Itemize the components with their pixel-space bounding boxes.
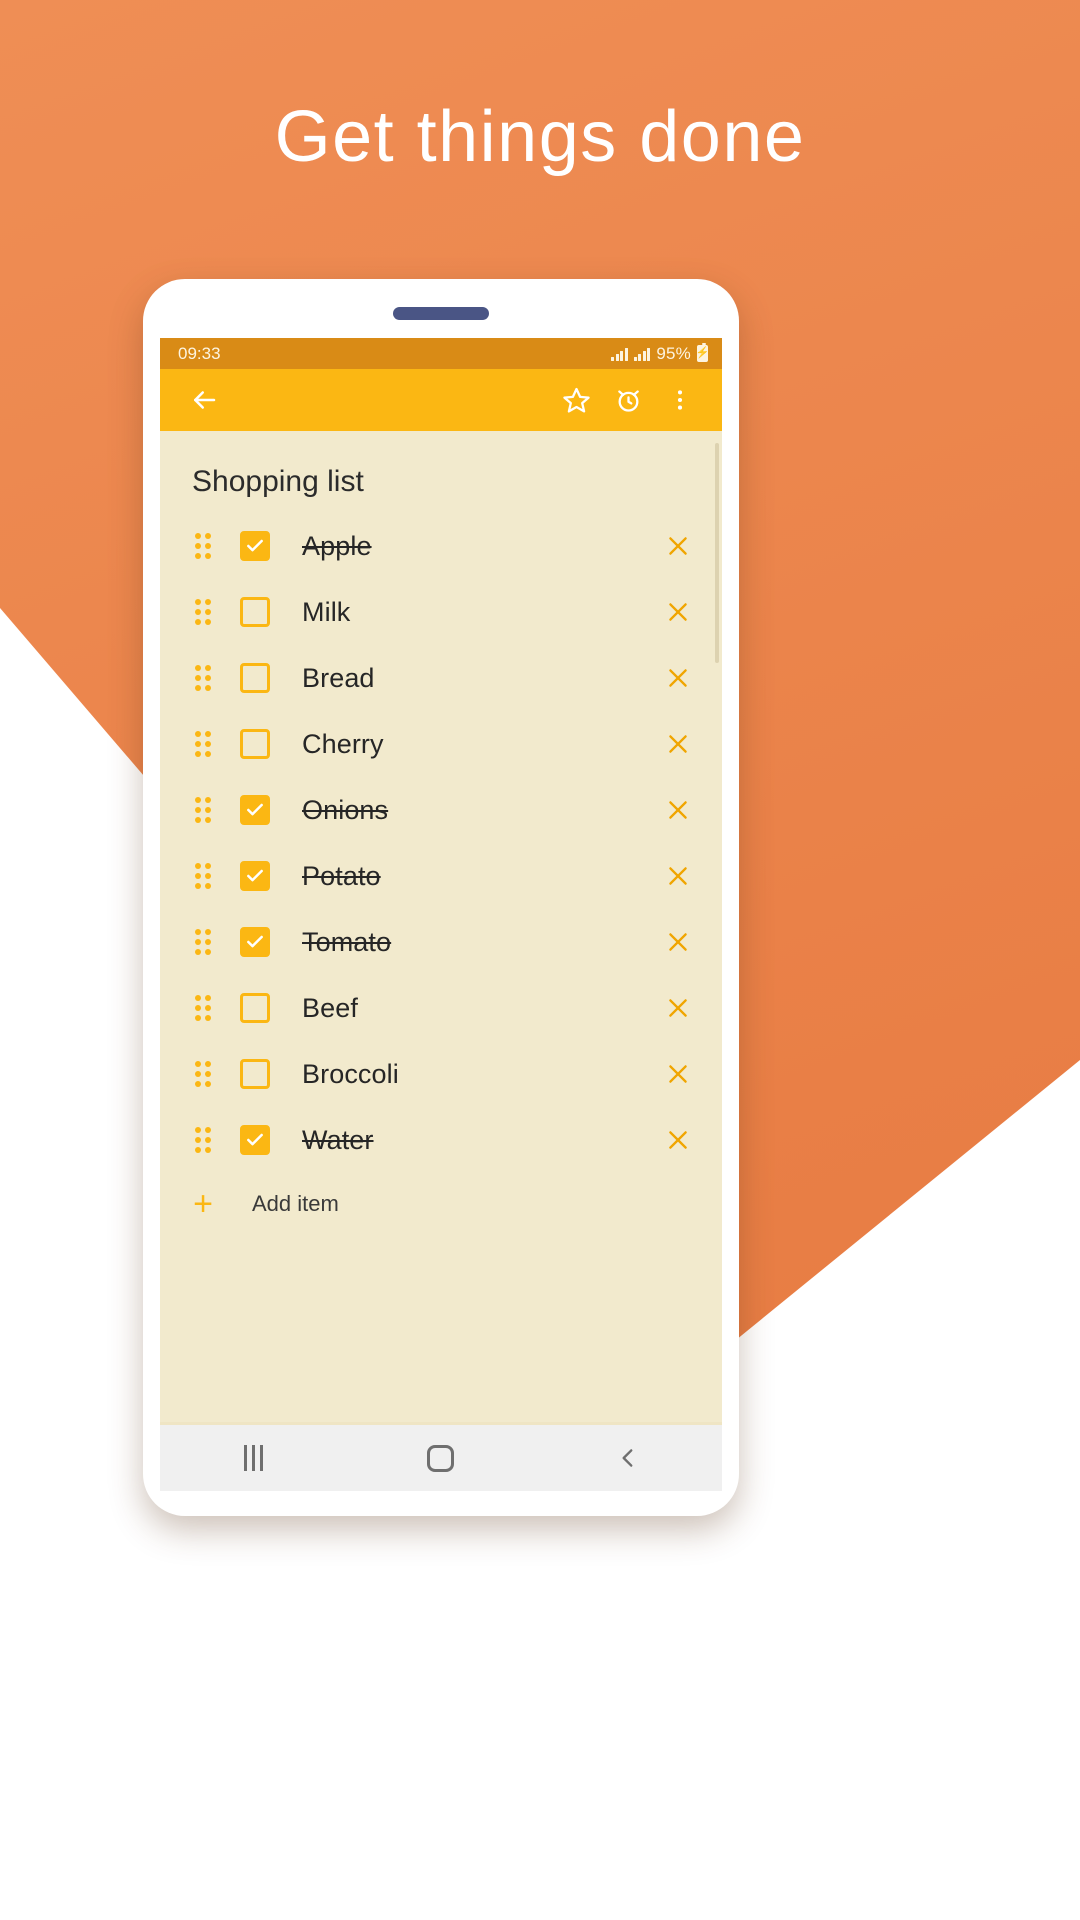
signal-bars-icon bbox=[611, 347, 628, 361]
drag-handle-icon[interactable] bbox=[186, 731, 220, 757]
list-item[interactable]: Water bbox=[160, 1107, 722, 1173]
checkbox-unchecked-icon[interactable] bbox=[240, 729, 270, 759]
overflow-menu-icon[interactable] bbox=[654, 374, 706, 426]
signal-bars-icon-2 bbox=[633, 347, 651, 361]
star-outline-icon[interactable] bbox=[550, 374, 602, 426]
status-time: 09:33 bbox=[178, 343, 221, 363]
recents-icon[interactable] bbox=[160, 1445, 347, 1471]
list-item-label[interactable]: Milk bbox=[290, 597, 658, 628]
status-bar: 09:33 95% ⚡ bbox=[160, 338, 722, 369]
delete-icon[interactable] bbox=[658, 856, 698, 896]
checkbox-checked-icon[interactable] bbox=[240, 1125, 270, 1155]
delete-icon[interactable] bbox=[658, 592, 698, 632]
checkbox-wrap[interactable] bbox=[220, 861, 290, 891]
checkbox-unchecked-icon[interactable] bbox=[240, 1059, 270, 1089]
app-bar bbox=[160, 369, 722, 431]
plus-icon[interactable]: + bbox=[186, 1187, 220, 1221]
checkbox-unchecked-icon[interactable] bbox=[240, 993, 270, 1023]
drag-handle-icon[interactable] bbox=[186, 797, 220, 823]
delete-icon[interactable] bbox=[658, 790, 698, 830]
phone-mockup: 09:33 95% ⚡ Shopping list Apple Milk Bre… bbox=[143, 279, 739, 1516]
checkbox-wrap[interactable] bbox=[220, 1059, 290, 1089]
checkbox-unchecked-icon[interactable] bbox=[240, 663, 270, 693]
checkbox-wrap[interactable] bbox=[220, 993, 290, 1023]
scrollbar-thumb[interactable] bbox=[715, 443, 719, 663]
drag-handle-icon[interactable] bbox=[186, 995, 220, 1021]
alarm-clock-icon[interactable] bbox=[602, 374, 654, 426]
list-item-label[interactable]: Broccoli bbox=[290, 1059, 658, 1090]
delete-icon[interactable] bbox=[658, 1120, 698, 1160]
delete-icon[interactable] bbox=[658, 724, 698, 764]
android-nav-bar bbox=[160, 1425, 722, 1491]
list-item-label[interactable]: Bread bbox=[290, 663, 658, 694]
list-item[interactable]: Milk bbox=[160, 579, 722, 645]
list-item[interactable]: Beef bbox=[160, 975, 722, 1041]
page-title: Get things done bbox=[274, 97, 806, 177]
checkbox-checked-icon[interactable] bbox=[240, 795, 270, 825]
battery-percent-label: 95% bbox=[656, 343, 691, 363]
list-item-label[interactable]: Apple bbox=[290, 531, 658, 562]
drag-handle-icon[interactable] bbox=[186, 665, 220, 691]
checkbox-wrap[interactable] bbox=[220, 531, 290, 561]
checkbox-wrap[interactable] bbox=[220, 729, 290, 759]
list-item-label[interactable]: Potato bbox=[290, 861, 658, 892]
checkbox-checked-icon[interactable] bbox=[240, 531, 270, 561]
add-item-label[interactable]: Add item bbox=[220, 1191, 339, 1217]
add-item-row[interactable]: + Add item bbox=[160, 1173, 722, 1235]
phone-speaker bbox=[393, 307, 489, 320]
phone-screen: 09:33 95% ⚡ Shopping list Apple Milk Bre… bbox=[160, 338, 722, 1484]
home-icon[interactable] bbox=[347, 1444, 534, 1472]
note-title[interactable]: Shopping list bbox=[160, 431, 722, 513]
delete-icon[interactable] bbox=[658, 1054, 698, 1094]
battery-charging-icon: ⚡ bbox=[696, 343, 709, 362]
drag-handle-icon[interactable] bbox=[186, 1061, 220, 1087]
back-chevron-icon[interactable] bbox=[535, 1445, 722, 1471]
delete-icon[interactable] bbox=[658, 922, 698, 962]
checkbox-wrap[interactable] bbox=[220, 927, 290, 957]
drag-handle-icon[interactable] bbox=[186, 599, 220, 625]
checklist: Apple Milk Bread Cherry Onions Potato To… bbox=[160, 513, 722, 1422]
list-item-label[interactable]: Beef bbox=[290, 993, 658, 1024]
list-item[interactable]: Tomato bbox=[160, 909, 722, 975]
drag-handle-icon[interactable] bbox=[186, 929, 220, 955]
checkbox-wrap[interactable] bbox=[220, 597, 290, 627]
checkbox-checked-icon[interactable] bbox=[240, 861, 270, 891]
list-item-label[interactable]: Tomato bbox=[290, 927, 658, 958]
list-item[interactable]: Broccoli bbox=[160, 1041, 722, 1107]
list-item[interactable]: Potato bbox=[160, 843, 722, 909]
drag-handle-icon[interactable] bbox=[186, 863, 220, 889]
list-item[interactable]: Apple bbox=[160, 513, 722, 579]
list-item[interactable]: Cherry bbox=[160, 711, 722, 777]
delete-icon[interactable] bbox=[658, 526, 698, 566]
delete-icon[interactable] bbox=[658, 988, 698, 1028]
delete-icon[interactable] bbox=[658, 658, 698, 698]
checkbox-unchecked-icon[interactable] bbox=[240, 597, 270, 627]
list-item-label[interactable]: Water bbox=[290, 1125, 658, 1156]
list-item-label[interactable]: Onions bbox=[290, 795, 658, 826]
list-item[interactable]: Onions bbox=[160, 777, 722, 843]
checkbox-wrap[interactable] bbox=[220, 663, 290, 693]
drag-handle-icon[interactable] bbox=[186, 1127, 220, 1153]
list-item[interactable]: Bread bbox=[160, 645, 722, 711]
note-body: Shopping list Apple Milk Bread Cherry On… bbox=[160, 431, 722, 1484]
checkbox-checked-icon[interactable] bbox=[240, 927, 270, 957]
status-icons: 95% ⚡ bbox=[611, 343, 709, 364]
checkbox-wrap[interactable] bbox=[220, 1125, 290, 1155]
checkbox-wrap[interactable] bbox=[220, 795, 290, 825]
drag-handle-icon[interactable] bbox=[186, 533, 220, 559]
list-item-label[interactable]: Cherry bbox=[290, 729, 658, 760]
back-arrow-icon[interactable] bbox=[178, 374, 230, 426]
